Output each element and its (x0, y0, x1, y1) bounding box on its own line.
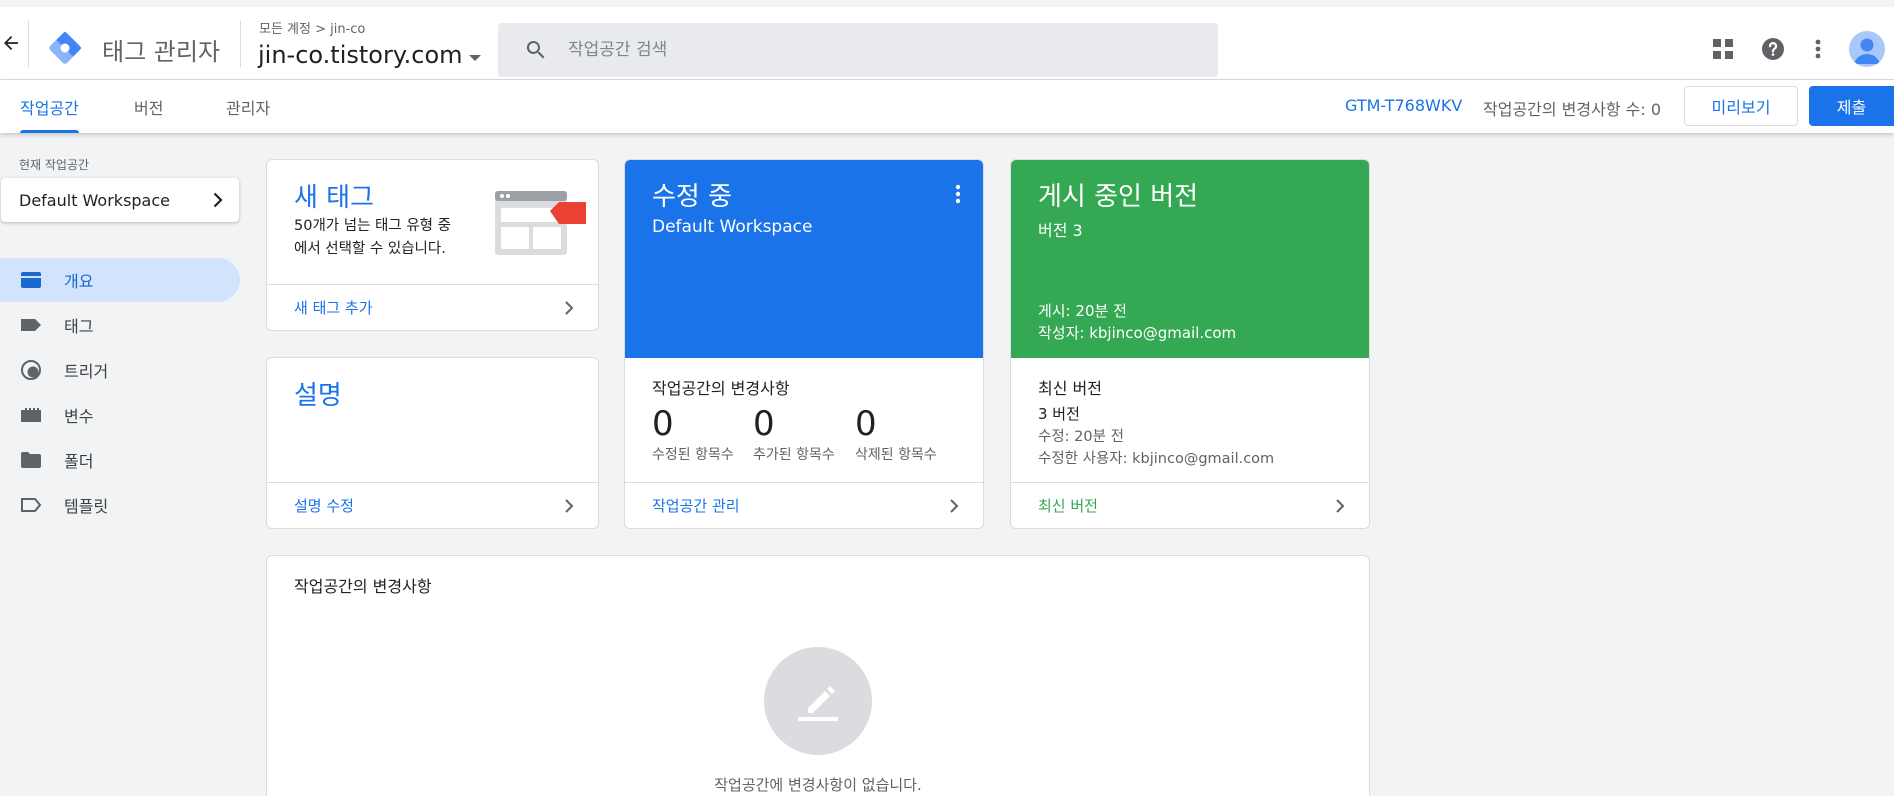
submit-button[interactable]: 제출 (1809, 86, 1894, 126)
help-icon[interactable] (1760, 36, 1786, 62)
sidebar-item-overview[interactable]: 개요 (0, 258, 240, 302)
tab-workspace[interactable]: 작업공간 (20, 80, 79, 133)
account-breadcrumb[interactable]: 모든 계정 > jin-co (259, 18, 365, 37)
editing-hero: 수정 중 Default Workspace (625, 160, 983, 358)
search-box[interactable] (498, 23, 1218, 77)
top-app-bar: 태그 관리자 모든 계정 > jin-co jin-co.tistory.com (0, 0, 1894, 80)
workspace-changes-panel-title: 작업공간의 변경사항 (294, 577, 432, 596)
template-icon (19, 493, 43, 517)
container-selector[interactable]: jin-co.tistory.com (258, 41, 481, 69)
published-version-card: 게시 중인 버전 버전 3 게시: 20분 전 작성자: kbjinco@gma… (1010, 159, 1370, 529)
edit-description-label: 설명 수정 (294, 497, 354, 515)
latest-version-label: 최신 버전 (1038, 497, 1098, 515)
stat-modified: 0 수정된 항목수 (652, 404, 734, 464)
latest-version-link[interactable]: 최신 버전 (1011, 482, 1369, 528)
workspace-toolbar: 작업공간 버전 관리자 GTM-T768WKV 작업공간의 변경사항 수: 0 … (0, 80, 1894, 133)
stat-deleted: 0 삭제된 항목수 (855, 404, 937, 464)
editing-title: 수정 중 (652, 182, 733, 212)
workspace-selector[interactable]: Default Workspace (1, 178, 239, 222)
manage-workspace-label: 작업공간 관리 (652, 497, 740, 515)
workspace-changes-title: 작업공간의 변경사항 (652, 379, 790, 398)
chevron-right-icon (565, 300, 574, 315)
sidebar-item-label: 개요 (64, 272, 94, 291)
latest-modified-time: 수정: 20분 전 (1038, 429, 1124, 445)
new-tag-title: 새 태그 (294, 183, 375, 213)
container-name: jin-co.tistory.com (258, 41, 463, 69)
sidebar-item-label: 변수 (64, 407, 94, 426)
workspace-change-count: 작업공간의 변경사항 수: 0 (1483, 100, 1662, 119)
empty-state-illustration (764, 647, 872, 755)
latest-modified-by: 수정한 사용자: kbjinco@gmail.com (1038, 451, 1275, 467)
new-tag-description: 50개가 넘는 태그 유형 중에서 선택할 수 있습니다. (294, 218, 451, 257)
tab-label: 관리자 (226, 98, 271, 118)
edit-pencil-icon (798, 686, 838, 721)
editing-workspace-name: Default Workspace (652, 217, 813, 237)
published-version: 버전 3 (1038, 221, 1083, 240)
sidebar-item-tags[interactable]: 태그 (0, 303, 240, 347)
tag-icon (19, 313, 43, 337)
published-author: 작성자: kbjinco@gmail.com (1038, 324, 1237, 342)
tab-label: 버전 (134, 98, 164, 118)
tag-manager-logo-icon (49, 31, 82, 64)
chevron-right-icon (213, 192, 223, 208)
more-vert-icon[interactable] (1805, 36, 1831, 62)
manage-workspace-link[interactable]: 작업공간 관리 (625, 482, 983, 528)
empty-state-text: 작업공간에 변경사항이 없습니다. (714, 776, 922, 794)
description-title: 설명 (294, 381, 342, 411)
folder-icon (19, 448, 43, 472)
trigger-icon (19, 358, 43, 382)
more-vert-icon[interactable] (955, 184, 961, 204)
description-card: 설명 설명 수정 (266, 357, 599, 529)
workspace-name: Default Workspace (19, 190, 170, 210)
sidebar-item-variables[interactable]: 변수 (0, 393, 240, 437)
stat-label: 추가된 항목수 (753, 447, 835, 463)
preview-button[interactable]: 미리보기 (1684, 86, 1798, 126)
search-icon (526, 41, 545, 59)
apps-grid-icon[interactable] (1710, 36, 1736, 62)
stat-added: 0 추가된 항목수 (753, 404, 835, 464)
divider (240, 21, 241, 67)
sidebar-item-label: 템플릿 (64, 497, 109, 516)
stat-value: 0 (855, 404, 877, 444)
tab-admin[interactable]: 관리자 (226, 80, 270, 133)
caret-down-icon (468, 55, 481, 61)
sidebar-item-templates[interactable]: 템플릿 (0, 483, 240, 527)
add-new-tag-link[interactable]: 새 태그 추가 (267, 284, 598, 330)
variable-icon (19, 403, 43, 427)
edit-description-link[interactable]: 설명 수정 (267, 482, 598, 528)
back-arrow-icon[interactable] (0, 25, 22, 61)
latest-version-title: 최신 버전 (1038, 379, 1102, 398)
published-hero: 게시 중인 버전 버전 3 게시: 20분 전 작성자: kbjinco@gma… (1011, 160, 1369, 358)
divider (28, 21, 29, 67)
editing-workspace-card: 수정 중 Default Workspace 작업공간의 변경사항 0 수정된 … (624, 159, 984, 529)
chevron-right-icon (950, 498, 959, 513)
latest-version-number: 3 버전 (1038, 405, 1080, 423)
product-name: 태그 관리자 (102, 38, 221, 66)
sidebar-item-label: 폴더 (64, 452, 94, 471)
sidebar-item-folders[interactable]: 폴더 (0, 438, 240, 482)
add-new-tag-label: 새 태그 추가 (294, 299, 373, 317)
tab-versions[interactable]: 버전 (134, 80, 163, 133)
sidebar-item-triggers[interactable]: 트리거 (0, 348, 240, 392)
tag-illustration-icon (495, 191, 586, 255)
chevron-right-icon (1336, 498, 1345, 513)
overview-icon (19, 268, 43, 292)
chevron-right-icon (565, 498, 574, 513)
workspace-changes-panel: 작업공간의 변경사항 작업공간에 변경사항이 없습니다. (266, 555, 1370, 796)
published-title: 게시 중인 버전 (1038, 182, 1199, 212)
search-input[interactable] (568, 40, 1188, 60)
stat-value: 0 (652, 404, 674, 444)
stat-label: 수정된 항목수 (652, 447, 734, 463)
sidebar-item-label: 태그 (64, 317, 94, 336)
published-time: 게시: 20분 전 (1038, 302, 1127, 320)
new-tag-card: 새 태그 50개가 넘는 태그 유형 중에서 선택할 수 있습니다. 새 태그 … (266, 159, 599, 331)
stat-value: 0 (753, 404, 775, 444)
stat-label: 삭제된 항목수 (855, 447, 937, 463)
sidebar-item-label: 트리거 (64, 362, 109, 381)
account-avatar-icon[interactable] (1849, 31, 1885, 67)
tab-label: 작업공간 (20, 98, 79, 118)
current-workspace-label: 현재 작업공간 (19, 158, 90, 172)
container-id-link[interactable]: GTM-T768WKV (1345, 96, 1462, 115)
